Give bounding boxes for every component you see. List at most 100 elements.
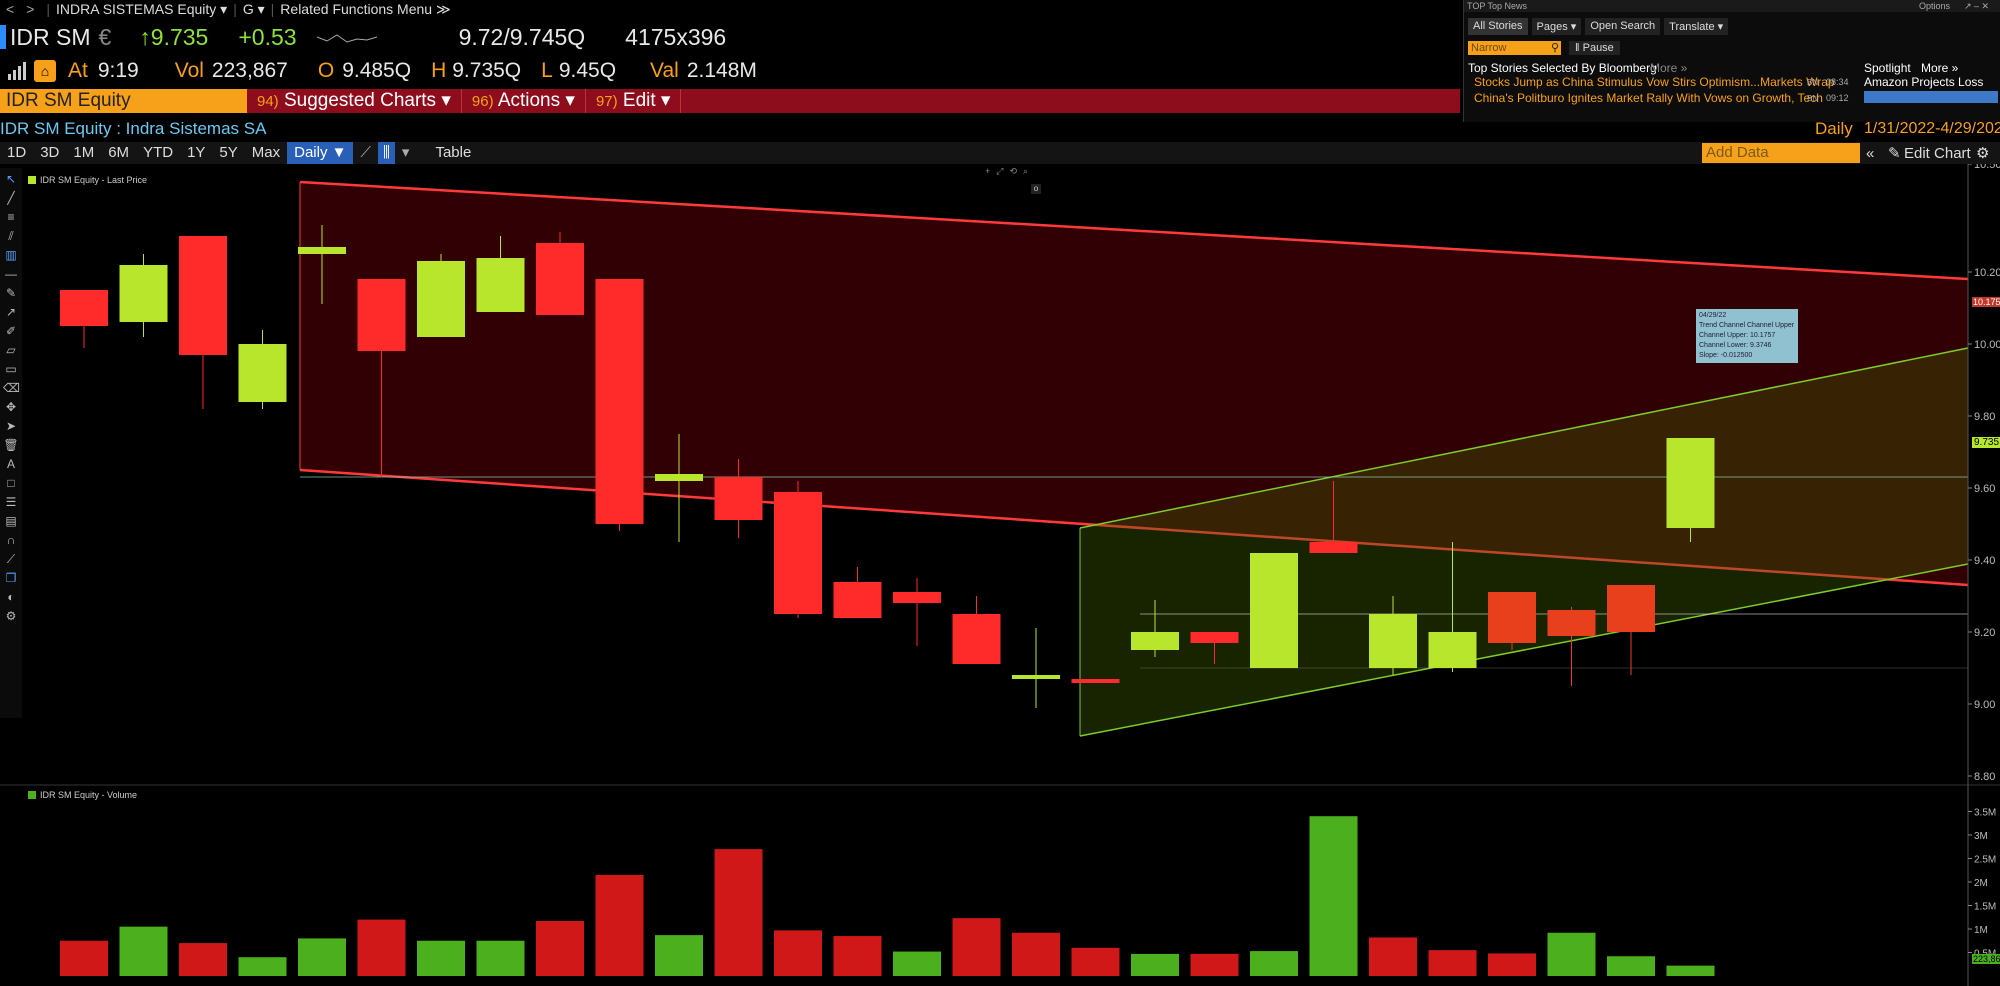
volume-bar[interactable] [417, 940, 465, 976]
news-tab-all-stories[interactable]: All Stories [1468, 18, 1528, 35]
candle-body[interactable] [417, 261, 465, 337]
zoom-fit-icon[interactable]: ⤢ [996, 166, 1003, 177]
period-5y[interactable]: 5Y [212, 142, 244, 164]
volume-bar[interactable] [1309, 816, 1358, 976]
zoom-out-icon[interactable]: ⌕ [1023, 166, 1028, 177]
volume-bar[interactable] [1369, 937, 1417, 976]
candle-body[interactable] [357, 279, 406, 351]
volume-bar[interactable] [60, 940, 108, 976]
related-functions-menu[interactable]: Related Functions Menu ≫ [280, 1, 450, 18]
candle-body[interactable] [774, 492, 822, 614]
spotlight-thumbnail[interactable] [1864, 91, 1998, 103]
period-1y[interactable]: 1Y [180, 142, 212, 164]
volume-bar[interactable] [1071, 947, 1120, 976]
volume-bar[interactable] [893, 951, 941, 976]
spotlight-item[interactable]: Amazon Projects Loss [1864, 75, 1983, 89]
volume-bar[interactable] [1488, 953, 1536, 976]
candle-body[interactable] [536, 243, 584, 315]
chart-option-icon[interactable]: o [1031, 184, 1041, 194]
pause-button[interactable]: ‖ Pause [1569, 41, 1620, 55]
candle-body[interactable] [298, 247, 346, 254]
volume-bar[interactable] [1607, 956, 1655, 976]
volume-bar[interactable] [1190, 953, 1239, 976]
zoom-in-icon[interactable]: + [985, 166, 990, 177]
news-story-row[interactable]: Stocks Jump as China Stimulus Vow Stirs … [1464, 75, 2000, 91]
volume-bar[interactable] [1012, 932, 1060, 976]
candle-body[interactable] [595, 279, 644, 524]
table-button[interactable]: Table [428, 142, 478, 164]
candle-chart-icon[interactable]: ⫼ [378, 142, 395, 164]
volume-bar[interactable] [476, 940, 525, 976]
candle-body[interactable] [60, 290, 108, 326]
candle-body[interactable] [833, 582, 882, 618]
candle-body[interactable] [1428, 632, 1477, 668]
volume-bar[interactable] [714, 849, 763, 976]
actions-menu[interactable]: 96) Actions ▾ [462, 89, 586, 113]
candle-body[interactable] [1488, 592, 1536, 643]
volume-bar[interactable] [179, 943, 227, 976]
news-tab-pages[interactable]: Pages ▾ [1531, 18, 1582, 35]
line-chart-icon[interactable]: ⟋ [353, 142, 378, 164]
forward-button[interactable]: > [20, 1, 40, 17]
candle-body[interactable] [952, 614, 1001, 664]
news-options[interactable]: Options [1919, 0, 1950, 12]
add-data-input[interactable]: Add Data [1702, 143, 1860, 163]
news-headline[interactable]: China's Politburo Ignites Market Rally W… [1474, 91, 1823, 105]
volume-bar[interactable] [833, 936, 882, 976]
candle-body[interactable] [1131, 632, 1179, 650]
volume-bar[interactable] [1547, 932, 1596, 976]
volume-bar[interactable] [774, 930, 822, 976]
candle-body[interactable] [1666, 438, 1715, 528]
candle-body[interactable] [119, 265, 168, 322]
period-3d[interactable]: 3D [33, 142, 66, 164]
candle-body[interactable] [1190, 632, 1239, 643]
volume-bar[interactable] [655, 935, 703, 976]
spotlight-more-link[interactable]: More » [1921, 61, 1958, 75]
zoom-reset-icon[interactable]: ⟲ [1009, 166, 1017, 177]
candle-body[interactable] [1547, 610, 1596, 636]
news-more-link[interactable]: More » [1650, 61, 1687, 75]
volume-bar[interactable] [298, 938, 346, 976]
candle-body[interactable] [1369, 614, 1417, 668]
period-ytd[interactable]: YTD [136, 142, 180, 164]
candle-body[interactable] [179, 236, 227, 355]
candle-body[interactable] [1071, 679, 1120, 683]
volume-bar[interactable] [1428, 950, 1477, 976]
volume-bar[interactable] [952, 918, 1001, 976]
news-story-row[interactable]: China's Politburo Ignites Market Rally W… [1464, 91, 2000, 107]
period-1d[interactable]: 1D [0, 142, 33, 164]
edit-menu[interactable]: 97) Edit ▾ [586, 89, 682, 113]
candle-body[interactable] [714, 477, 763, 520]
volume-bar[interactable] [595, 874, 644, 976]
settings-gear-icon[interactable]: ⚙ [1976, 144, 1989, 162]
candle-body[interactable] [1250, 553, 1298, 668]
security-menu[interactable]: INDRA SISTEMAS Equity ▾ [56, 1, 227, 18]
volume-bar[interactable] [357, 919, 406, 976]
volume-bar[interactable] [238, 957, 287, 976]
volume-bar[interactable] [536, 921, 584, 976]
price-volume-chart[interactable]: 8.80 9.00 9.20 9.40 9.60 9.80 10.00 10.20 10.50 0… [0, 164, 2000, 986]
candle-body[interactable] [1309, 542, 1358, 553]
ticker-input[interactable]: IDR SM Equity [0, 89, 247, 113]
volume-bar[interactable] [119, 926, 168, 976]
collapse-icon[interactable]: « [1866, 145, 1874, 162]
candle-body[interactable] [238, 344, 287, 402]
window-controls-icon[interactable]: ↗ – ✕ [1964, 0, 1989, 12]
suggested-charts-menu[interactable]: 94) Suggested Charts ▾ [247, 89, 462, 113]
news-tab-open-search[interactable]: Open Search [1585, 18, 1661, 35]
chart-type-dropdown-icon[interactable]: ▾ [395, 142, 417, 164]
back-button[interactable]: < [0, 1, 20, 17]
date-range[interactable]: 1/31/2022-4/29/2022 [1864, 120, 2000, 138]
g-menu[interactable]: G ▾ [243, 1, 265, 18]
candle-body[interactable] [893, 592, 941, 603]
candle-body[interactable] [655, 474, 703, 481]
edit-chart-button[interactable]: Edit Chart [1904, 145, 1971, 162]
candle-body[interactable] [476, 258, 525, 312]
period-6m[interactable]: 6M [101, 142, 136, 164]
volume-bar[interactable] [1131, 953, 1179, 976]
volume-bar[interactable] [1250, 951, 1298, 976]
alert-icon[interactable]: ⌂ [34, 60, 56, 82]
volume-bar[interactable] [1666, 965, 1715, 976]
candle-body[interactable] [1607, 585, 1655, 632]
candle-body[interactable] [1012, 675, 1060, 679]
